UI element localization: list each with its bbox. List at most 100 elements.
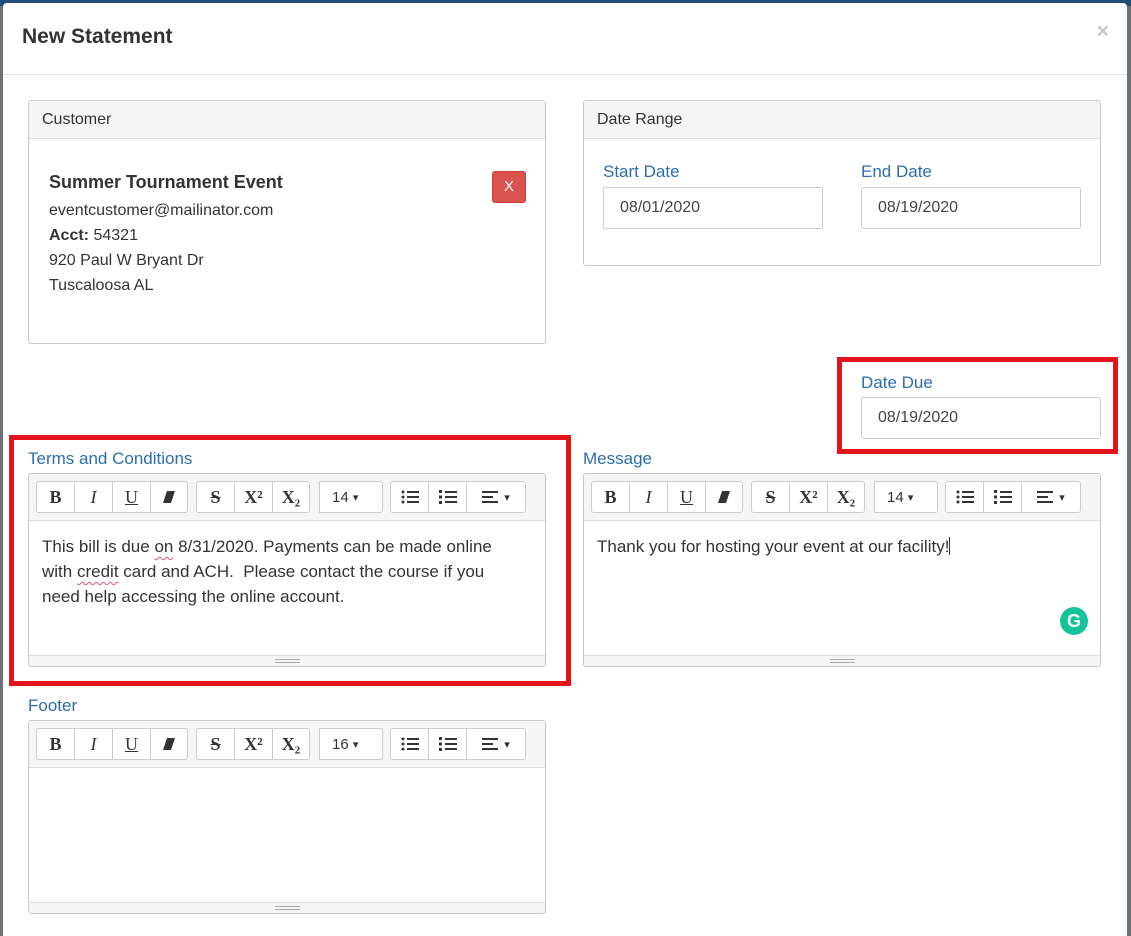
chevron-down-icon: ▾ (907, 491, 914, 504)
font-size-dropdown[interactable]: 14 ▾ (319, 481, 383, 513)
message-editor: B I U S X² X₂ 14 ▾ ▾ Thank you for hosti… (583, 473, 1101, 667)
grip-icon (830, 659, 855, 663)
numbered-list-icon (438, 490, 457, 504)
align-left-icon (1037, 491, 1054, 503)
bullet-list-icon (401, 490, 419, 504)
superscript-button[interactable]: X² (789, 481, 828, 513)
font-size-value: 14 (332, 488, 349, 506)
terms-text-part: 8/31/2020. Payments can be made online (173, 537, 492, 556)
italic-button[interactable]: I (74, 728, 113, 760)
eraser-button[interactable] (150, 728, 188, 760)
terms-text-part: need help accessing the online account. (42, 587, 345, 606)
customer-panel: Customer Summer Tournament Event eventcu… (28, 100, 546, 344)
align-chevron-icon: ▾ (504, 738, 510, 751)
font-size-value: 14 (887, 488, 904, 506)
align-dropdown[interactable]: ▾ (1021, 481, 1081, 513)
spellcheck-word: on (154, 537, 174, 556)
bullet-list-icon (401, 737, 419, 751)
customer-panel-heading: Customer (29, 101, 545, 139)
align-chevron-icon: ▾ (504, 491, 510, 504)
footer-text[interactable] (42, 781, 531, 901)
terms-text-part: card and ACH. Please contact the course … (118, 562, 485, 581)
align-chevron-icon: ▾ (1059, 491, 1065, 504)
bullet-list-icon (956, 490, 974, 504)
eraser-icon (163, 491, 175, 503)
date-range-panel: Date Range Start Date 08/01/2020 End Dat… (583, 100, 1101, 266)
superscript-button[interactable]: X² (234, 481, 273, 513)
align-left-icon (482, 491, 499, 503)
eraser-icon (718, 491, 730, 503)
customer-address-line1: 920 Paul W Bryant Dr (49, 252, 204, 269)
bullet-list-button[interactable] (390, 728, 429, 760)
resize-handle[interactable] (29, 902, 545, 913)
superscript-button[interactable]: X² (234, 728, 273, 760)
end-date-label: End Date (861, 162, 932, 181)
message-text[interactable]: Thank you for hosting your event at our … (597, 534, 1086, 559)
footer-label: Footer (28, 696, 78, 715)
start-date-label: Start Date (603, 162, 680, 181)
font-size-value: 16 (332, 735, 349, 753)
underline-button[interactable]: U (667, 481, 706, 513)
underline-button[interactable]: U (112, 728, 151, 760)
chevron-down-icon: ▾ (352, 738, 359, 751)
italic-button[interactable]: I (629, 481, 668, 513)
terms-text-part: with (42, 562, 77, 581)
align-dropdown[interactable]: ▾ (466, 728, 526, 760)
resize-handle[interactable] (29, 655, 545, 666)
remove-customer-button[interactable]: X (492, 171, 526, 203)
terms-text[interactable]: This bill is due on 8/31/2020. Payments … (42, 534, 531, 609)
grammarly-icon[interactable]: G (1060, 607, 1088, 635)
chevron-down-icon: ▾ (352, 491, 359, 504)
date-due-label: Date Due (861, 373, 933, 392)
modal-title: New Statement (22, 25, 173, 48)
numbered-list-button[interactable] (428, 728, 467, 760)
terms-label: Terms and Conditions (28, 449, 193, 468)
eraser-button[interactable] (150, 481, 188, 513)
bold-button[interactable]: B (36, 728, 75, 760)
bold-button[interactable]: B (36, 481, 75, 513)
resize-handle[interactable] (584, 655, 1100, 666)
eraser-button[interactable] (705, 481, 743, 513)
grip-icon (275, 906, 300, 910)
strikethrough-button[interactable]: S (196, 481, 235, 513)
numbered-list-icon (438, 737, 457, 751)
subscript-button[interactable]: X₂ (272, 481, 310, 513)
align-dropdown[interactable]: ▾ (466, 481, 526, 513)
new-statement-modal: New Statement × Customer Summer Tourname… (3, 3, 1127, 936)
numbered-list-button[interactable] (983, 481, 1022, 513)
terms-editor: B I U S X² X₂ 14 ▾ ▾ This bill is due on… (28, 473, 546, 667)
strikethrough-button[interactable]: S (196, 728, 235, 760)
start-date-input[interactable]: 08/01/2020 (603, 187, 823, 229)
numbered-list-icon (993, 490, 1012, 504)
close-icon[interactable]: × (1097, 21, 1109, 42)
terms-toolbar: B I U S X² X₂ 14 ▾ ▾ (29, 474, 545, 521)
font-size-dropdown[interactable]: 16 ▾ (319, 728, 383, 760)
bullet-list-button[interactable] (945, 481, 984, 513)
customer-account: Acct: 54321 (49, 227, 138, 245)
customer-address-line2: Tuscaloosa AL (49, 277, 154, 294)
terms-text-part: This bill is due (42, 537, 155, 556)
subscript-button[interactable]: X₂ (827, 481, 865, 513)
underline-button[interactable]: U (112, 481, 151, 513)
subscript-button[interactable]: X₂ (272, 728, 310, 760)
modal-header: New Statement × (3, 3, 1127, 75)
numbered-list-button[interactable] (428, 481, 467, 513)
message-toolbar: B I U S X² X₂ 14 ▾ ▾ (584, 474, 1100, 521)
bold-button[interactable]: B (591, 481, 630, 513)
date-due-input[interactable]: 08/19/2020 (861, 397, 1101, 439)
customer-email: eventcustomer@mailinator.com (49, 202, 274, 219)
text-cursor (949, 537, 951, 555)
date-range-panel-heading: Date Range (584, 101, 1100, 139)
message-label: Message (583, 449, 652, 468)
account-label: Acct: (49, 227, 90, 244)
strikethrough-button[interactable]: S (751, 481, 790, 513)
eraser-icon (163, 738, 175, 750)
italic-button[interactable]: I (74, 481, 113, 513)
font-size-dropdown[interactable]: 14 ▾ (874, 481, 938, 513)
spellcheck-word: credit (76, 562, 119, 581)
end-date-input[interactable]: 08/19/2020 (861, 187, 1081, 229)
message-text-content: Thank you for hosting your event at our … (597, 537, 950, 556)
bullet-list-button[interactable] (390, 481, 429, 513)
align-left-icon (482, 738, 499, 750)
footer-editor: B I U S X² X₂ 16 ▾ ▾ (28, 720, 546, 914)
